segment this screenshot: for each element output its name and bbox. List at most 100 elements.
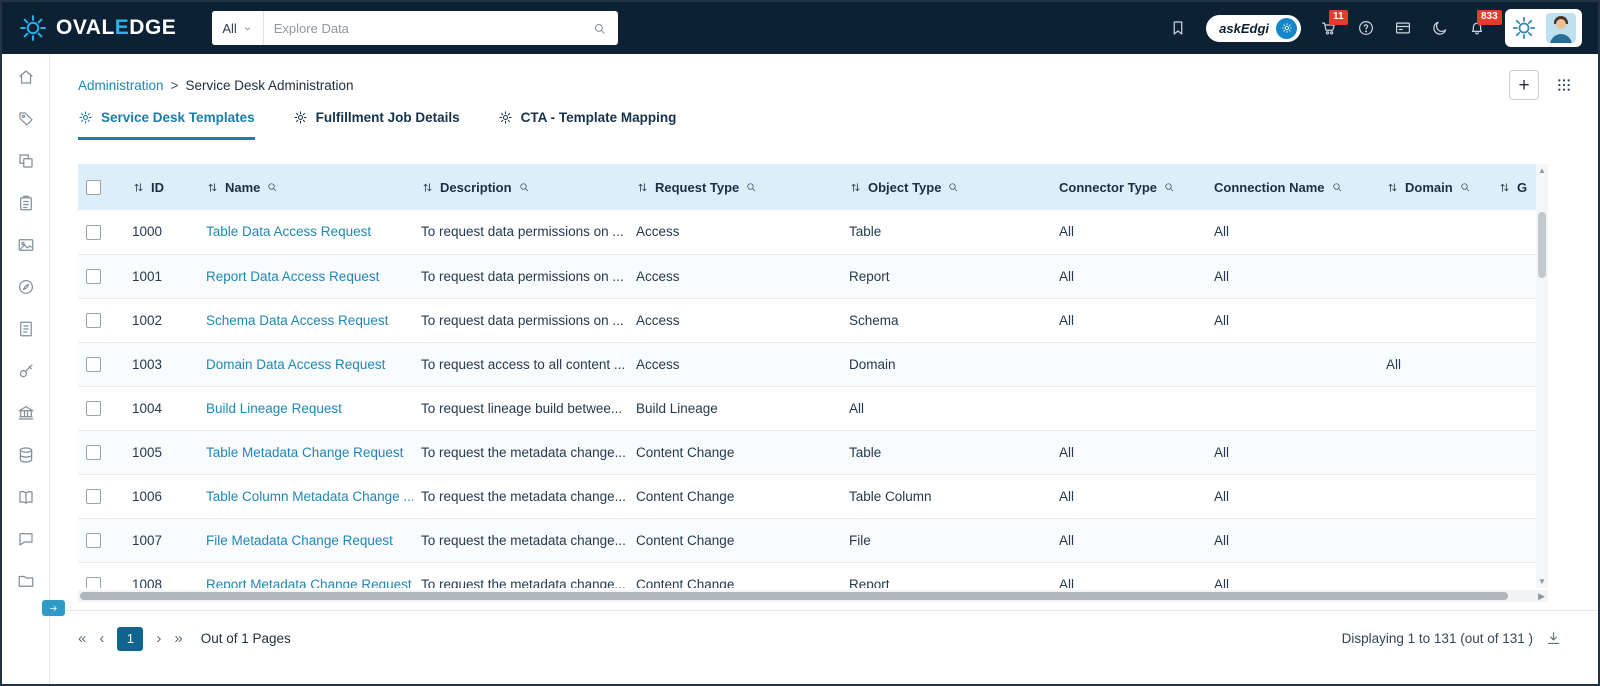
template-name-link[interactable]: Table Metadata Change Request (206, 445, 403, 460)
database-icon (17, 446, 35, 464)
row-checkbox[interactable] (86, 224, 101, 240)
last-page-button[interactable]: » (174, 630, 182, 647)
cart-icon[interactable]: 11 (1320, 10, 1348, 37)
row-checkbox[interactable] (86, 444, 101, 460)
user-avatar[interactable] (1546, 13, 1576, 43)
sort-icon[interactable] (1498, 181, 1511, 194)
sidebar-item-tag[interactable] (17, 110, 35, 128)
row-checkbox[interactable] (86, 488, 101, 504)
column-header-request-type[interactable]: Request Type (628, 164, 841, 210)
template-name-link[interactable]: Build Lineage Request (206, 401, 342, 416)
column-header-id[interactable]: ID (124, 164, 198, 210)
cell-request_type: Content Change (628, 518, 841, 563)
column-search-icon[interactable] (518, 181, 530, 193)
column-search-icon[interactable] (745, 181, 757, 193)
notifications-bell-icon[interactable]: 833 (1468, 10, 1502, 37)
table-row: 1002 Schema Data Access Request To request… (78, 298, 1548, 343)
sidebar-item-folder[interactable] (17, 572, 35, 590)
sidebar-item-report[interactable] (17, 320, 35, 338)
search-scope-dropdown[interactable]: All (212, 11, 264, 45)
cell-request_type: Content Change (628, 474, 841, 519)
tab-cta-template-mapping[interactable]: CTA - Template Mapping (498, 110, 676, 140)
scroll-down-arrow-icon[interactable]: ▼ (1538, 577, 1546, 586)
table-row: 1007 File Metadata Change Request To reque… (78, 518, 1548, 563)
column-search-icon[interactable] (947, 181, 959, 193)
column-header-description[interactable]: Description (413, 164, 628, 210)
template-name-link[interactable]: Domain Data Access Request (206, 357, 385, 372)
vertical-scrollbar-thumb[interactable] (1538, 212, 1546, 278)
search-icon[interactable] (581, 21, 618, 36)
download-icon[interactable] (1545, 630, 1562, 647)
template-name-link[interactable]: Report Metadata Change Request (206, 577, 412, 589)
cell-select (78, 518, 124, 563)
row-checkbox[interactable] (86, 400, 101, 416)
sidebar-item-database[interactable] (17, 446, 35, 464)
row-checkbox[interactable] (86, 576, 101, 588)
row-checkbox[interactable] (86, 532, 101, 548)
card-icon[interactable] (1394, 19, 1412, 37)
table-row: 1006 Table Column Metadata Change ... To r… (78, 474, 1548, 519)
horizontal-scrollbar-thumb[interactable] (80, 592, 1508, 600)
template-name-link[interactable]: Schema Data Access Request (206, 313, 388, 328)
sidebar-item-copy[interactable] (17, 152, 35, 170)
tab-service-desk-templates[interactable]: Service Desk Templates (78, 110, 255, 140)
cell-domain (1378, 298, 1490, 343)
cell-name: Report Metadata Change Request (198, 562, 413, 588)
column-header-connector-type[interactable]: Connector Type (1051, 164, 1206, 210)
template-name-link[interactable]: Table Data Access Request (206, 224, 371, 239)
current-page-button[interactable]: 1 (117, 626, 144, 651)
column-search-icon[interactable] (1459, 181, 1471, 193)
column-header-name[interactable]: Name (198, 164, 413, 210)
sidebar-item-compass[interactable] (17, 278, 35, 296)
row-checkbox[interactable] (86, 312, 101, 328)
sidebar-item-image[interactable] (17, 236, 35, 254)
tab-label: Fulfillment Job Details (315, 110, 460, 125)
brand-part-3: DGE (129, 16, 177, 39)
bookmark-icon[interactable] (1169, 19, 1187, 37)
row-checkbox[interactable] (86, 356, 101, 372)
sort-icon[interactable] (849, 181, 862, 194)
next-page-button[interactable]: › (156, 630, 161, 647)
first-page-button[interactable]: « (78, 630, 86, 647)
sidebar-item-clipboard[interactable] (17, 194, 35, 212)
sort-icon[interactable] (421, 181, 434, 194)
sidebar-item-key[interactable] (17, 362, 35, 380)
sort-icon[interactable] (132, 181, 145, 194)
scroll-right-arrow-icon[interactable]: ▶ (1538, 590, 1545, 602)
dark-mode-moon-icon[interactable] (1431, 19, 1449, 37)
column-header-domain[interactable]: Domain (1378, 164, 1490, 210)
column-search-icon[interactable] (1331, 181, 1343, 193)
breadcrumb-administration-link[interactable]: Administration (78, 78, 164, 93)
template-name-link[interactable]: File Metadata Change Request (206, 533, 393, 548)
column-search-icon[interactable] (266, 181, 278, 193)
sidebar-item-book[interactable] (17, 488, 35, 506)
tab-fulfillment-job-details[interactable]: Fulfillment Job Details (293, 110, 460, 140)
horizontal-scrollbar[interactable]: ▶ (78, 590, 1548, 602)
select-all-checkbox[interactable] (86, 180, 101, 196)
search-input[interactable] (263, 20, 582, 36)
scroll-up-arrow-icon[interactable]: ▲ (1538, 166, 1546, 175)
sort-icon[interactable] (1386, 181, 1399, 194)
sort-icon[interactable] (636, 181, 649, 194)
sidebar-expand-button[interactable] (42, 600, 65, 616)
column-header-object-type[interactable]: Object Type (841, 164, 1051, 210)
sidebar-item-chat[interactable] (17, 530, 35, 548)
sidebar-item-bank[interactable] (17, 404, 35, 422)
column-search-icon[interactable] (1163, 181, 1175, 193)
askedgi-button[interactable]: askEdgi (1206, 14, 1301, 42)
template-name-link[interactable]: Table Column Metadata Change ... (206, 489, 413, 504)
vertical-scrollbar[interactable]: ▲ ▼ (1536, 164, 1548, 588)
column-header-connection-name[interactable]: Connection Name (1206, 164, 1378, 210)
cell-select (78, 430, 124, 475)
row-checkbox[interactable] (86, 268, 101, 284)
add-button[interactable]: + (1509, 70, 1539, 100)
sort-icon[interactable] (206, 181, 219, 194)
profile-menu[interactable] (1505, 9, 1582, 47)
cell-connector_type: All (1051, 562, 1206, 588)
template-name-link[interactable]: Report Data Access Request (206, 269, 379, 284)
brand-logo[interactable]: OVALEDGE (18, 13, 176, 43)
help-icon[interactable] (1357, 19, 1375, 37)
sidebar-item-home[interactable] (17, 68, 35, 86)
prev-page-button[interactable]: ‹ (99, 630, 104, 647)
apps-grid-icon[interactable] (1556, 77, 1572, 93)
